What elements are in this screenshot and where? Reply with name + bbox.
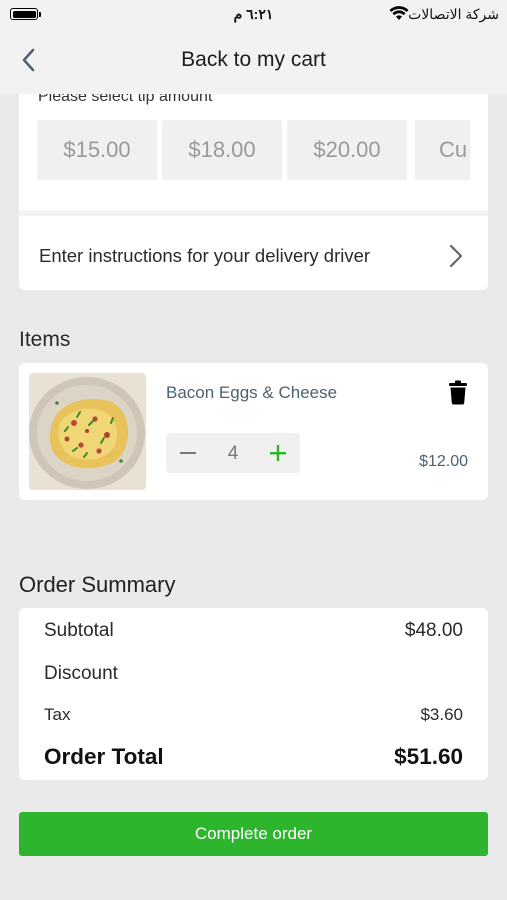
order-total-label: Order Total <box>44 744 164 769</box>
nav-header: Back to my cart <box>0 28 507 94</box>
tax-label: Tax <box>44 705 71 724</box>
tax-value: $3.60 <box>420 705 463 724</box>
page-title: Back to my cart <box>181 48 326 71</box>
tip-prompt: Please select tip amount <box>38 94 213 105</box>
order-total-value: $51.60 <box>394 744 463 769</box>
item-name: Bacon Eggs & Cheese <box>166 383 338 402</box>
tip-option-18[interactable]: $18.00 <box>162 120 282 180</box>
tip-option-15[interactable]: $15.00 <box>37 120 157 180</box>
delete-item-button[interactable] <box>448 380 468 405</box>
tip-option-custom[interactable]: Cu <box>415 120 470 180</box>
delivery-instructions-label: Enter instructions for your delivery dri… <box>39 245 371 266</box>
cart-item: Bacon Eggs & Cheese 4 $12.00 <box>19 363 488 500</box>
quantity-stepper: 4 <box>166 433 300 473</box>
order-summary-card: Subtotal $48.00 Discount Tax $3.60 Order… <box>19 608 488 780</box>
item-price: $12.00 <box>419 453 468 470</box>
tip-option-20[interactable]: $20.00 <box>287 120 407 180</box>
complete-order-button[interactable]: Complete order <box>19 812 488 856</box>
delivery-instructions-row[interactable]: Enter instructions for your delivery dri… <box>19 224 488 290</box>
tip-card: Please select tip amount $15.00 $18.00 $… <box>19 94 488 290</box>
subtotal-label: Subtotal <box>44 620 114 641</box>
increase-quantity-button[interactable] <box>266 441 290 465</box>
chevron-right-icon <box>449 244 463 268</box>
discount-label: Discount <box>44 663 118 684</box>
item-image <box>29 373 146 490</box>
subtotal-value: $48.00 <box>404 620 463 641</box>
carrier-name: شركة الاتصالات <box>408 6 499 22</box>
divider <box>19 210 488 216</box>
status-bar: ٦:٢١ م شركة الاتصالات <box>0 0 507 28</box>
items-heading: Items <box>19 328 71 351</box>
plus-icon <box>270 445 286 461</box>
trash-icon <box>449 380 467 405</box>
tip-options: $15.00 $18.00 $20.00 Cu <box>37 120 470 180</box>
wifi-icon <box>389 6 409 20</box>
order-summary-heading: Order Summary <box>19 572 176 597</box>
